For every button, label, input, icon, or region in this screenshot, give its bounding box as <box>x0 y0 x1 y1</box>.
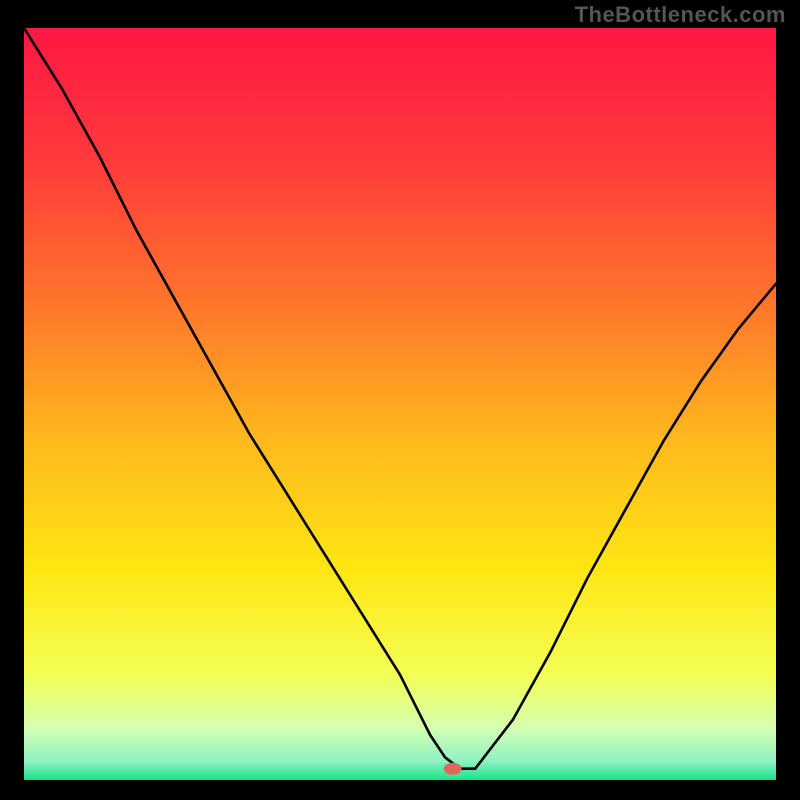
bottleneck-chart <box>24 28 776 780</box>
optimal-point-marker <box>444 763 462 775</box>
plot-area <box>24 28 776 780</box>
gradient-background <box>24 28 776 780</box>
watermark-text: TheBottleneck.com <box>575 2 786 28</box>
chart-frame: TheBottleneck.com <box>0 0 800 800</box>
